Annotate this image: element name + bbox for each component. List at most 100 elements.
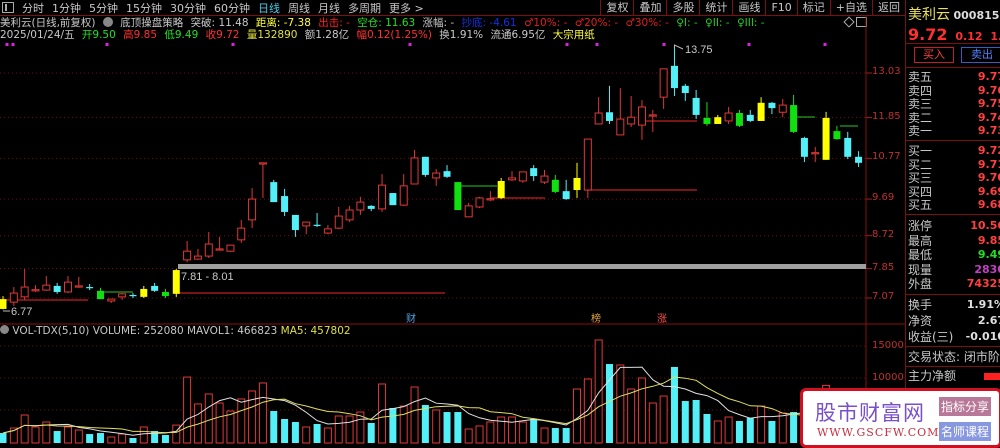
candle-body (670, 65, 678, 89)
candle-body (703, 117, 711, 124)
volume-bar (226, 410, 235, 444)
candle-body (724, 112, 733, 122)
price-pct: 1.25 (990, 30, 1000, 43)
volume-bar (291, 422, 299, 443)
fin-row-value: 1.91% (966, 298, 1000, 311)
candle-body (508, 177, 517, 181)
candle-body (790, 105, 798, 132)
volume-bar (464, 428, 473, 444)
volume-bar (432, 409, 441, 444)
bid-row: 买一 9.72 (908, 144, 1000, 158)
candle-body (291, 214, 299, 231)
candle-body (399, 185, 408, 206)
price-axis-label: 9.69 (872, 192, 895, 204)
volume-bar (540, 427, 549, 444)
ask-row-label: 卖五 (908, 70, 933, 84)
bid-row: 买二 9.71 (908, 158, 1000, 172)
candle-body (637, 106, 646, 126)
volume-bar (345, 415, 354, 444)
vol-indicator-name[interactable]: VOL-TDX(5,10) (12, 325, 89, 337)
volume-bar (367, 422, 375, 443)
candle-body (497, 180, 505, 198)
volume-bar (63, 426, 72, 444)
kline-chart[interactable]: 13.75 6.77 7.81 - 8.01 财 榜 涨 (0, 0, 905, 446)
stat-row-value: 2830 (974, 262, 1000, 276)
volume-bar (681, 401, 689, 443)
bid-row-label: 买一 (908, 144, 933, 158)
fin-row-label: 收益(三) (908, 330, 954, 344)
watermark-tag-courses[interactable]: 名师课程 (939, 422, 992, 441)
candle-body (20, 286, 29, 298)
ranking-marker: 榜 (591, 312, 601, 325)
bid-row-value: 9.68 (977, 198, 1000, 211)
candle-body (281, 196, 289, 212)
volume-bar (735, 420, 743, 443)
candle-body (237, 227, 246, 241)
ask-row: 卖二 9.74 (908, 111, 1000, 125)
stock-name: 美利云 (908, 7, 950, 23)
candle-body (9, 292, 18, 303)
watermark-tag-indicators[interactable]: 指标分享 (939, 397, 992, 416)
ma5-value: MA5: 457802 (280, 325, 351, 337)
watermark-banner[interactable]: 股市财富网 WWW.GSCFW.COM 指标分享 名师课程 (800, 388, 1000, 448)
candle-body (378, 184, 387, 210)
volume-bar (129, 438, 137, 443)
candle-body (811, 152, 820, 155)
candle-body (302, 221, 311, 227)
candle-body (129, 294, 137, 297)
candle-body (583, 138, 592, 191)
stat-row: 外盘 74325 (908, 277, 1000, 291)
ask-row-label: 卖二 (908, 110, 933, 125)
candle-body (735, 113, 743, 126)
price-band-label: 7.81 - 8.01 (181, 271, 234, 283)
price-axis-label: 11.85 (872, 110, 901, 122)
candle-body (107, 298, 116, 302)
volume-bar (323, 427, 332, 444)
volume-bar (703, 414, 711, 443)
volume-axis-label: 15000 (872, 340, 904, 351)
candle-body (151, 285, 159, 291)
ask-row: 卖五 9.77 (908, 70, 1000, 84)
candle-body (540, 175, 549, 183)
candle-body (270, 182, 278, 203)
candle-body (562, 191, 570, 200)
price-band (178, 264, 866, 269)
last-price: 9.72 (908, 25, 948, 44)
price-axis-label: 13.03 (872, 66, 901, 77)
bid-row: 买四 9.69 (908, 185, 1000, 199)
volume-bar (107, 436, 116, 444)
sell-button[interactable]: 卖出 (961, 47, 1000, 63)
volume-bar (31, 426, 40, 444)
volume-bar (53, 431, 61, 443)
candle-body (530, 168, 538, 177)
volume-bar (486, 421, 495, 444)
ask-row-value: 9.76 (977, 83, 1000, 97)
volume-bar (410, 386, 419, 444)
candle-body (334, 215, 343, 229)
ask-row-value: 9.77 (977, 70, 1000, 83)
candle-body (313, 224, 321, 226)
volume-bar (562, 428, 570, 443)
volume-bar (281, 419, 289, 443)
ask-row: 卖三 9.75 (908, 97, 1000, 111)
candle-body (193, 255, 202, 260)
fin-row: 净资 2.67 (908, 314, 1000, 328)
volume-bar (518, 421, 527, 444)
volume-bar (270, 411, 278, 443)
stat-row-label: 现量 (908, 262, 933, 277)
stat-row: 最低 9.49 (908, 248, 1000, 262)
dropdown-icon[interactable] (0, 325, 9, 334)
trade-status: 交易状态: 闭市阶 (908, 350, 1000, 364)
fin-row-label: 换手 (908, 298, 933, 312)
ask-row-label: 卖四 (908, 83, 933, 98)
volume-bar (399, 405, 408, 444)
candle-body (616, 118, 625, 136)
price-change: 0.12 (955, 30, 983, 43)
volume-bar (161, 435, 169, 443)
finance-marker: 财 (406, 312, 416, 325)
candle-body (692, 97, 700, 115)
buy-button[interactable]: 买入 (914, 47, 954, 63)
stat-row-value: 9.49 (977, 248, 1000, 261)
candle-body (659, 68, 668, 98)
ask-row: 卖一 9.73 (908, 124, 1000, 138)
